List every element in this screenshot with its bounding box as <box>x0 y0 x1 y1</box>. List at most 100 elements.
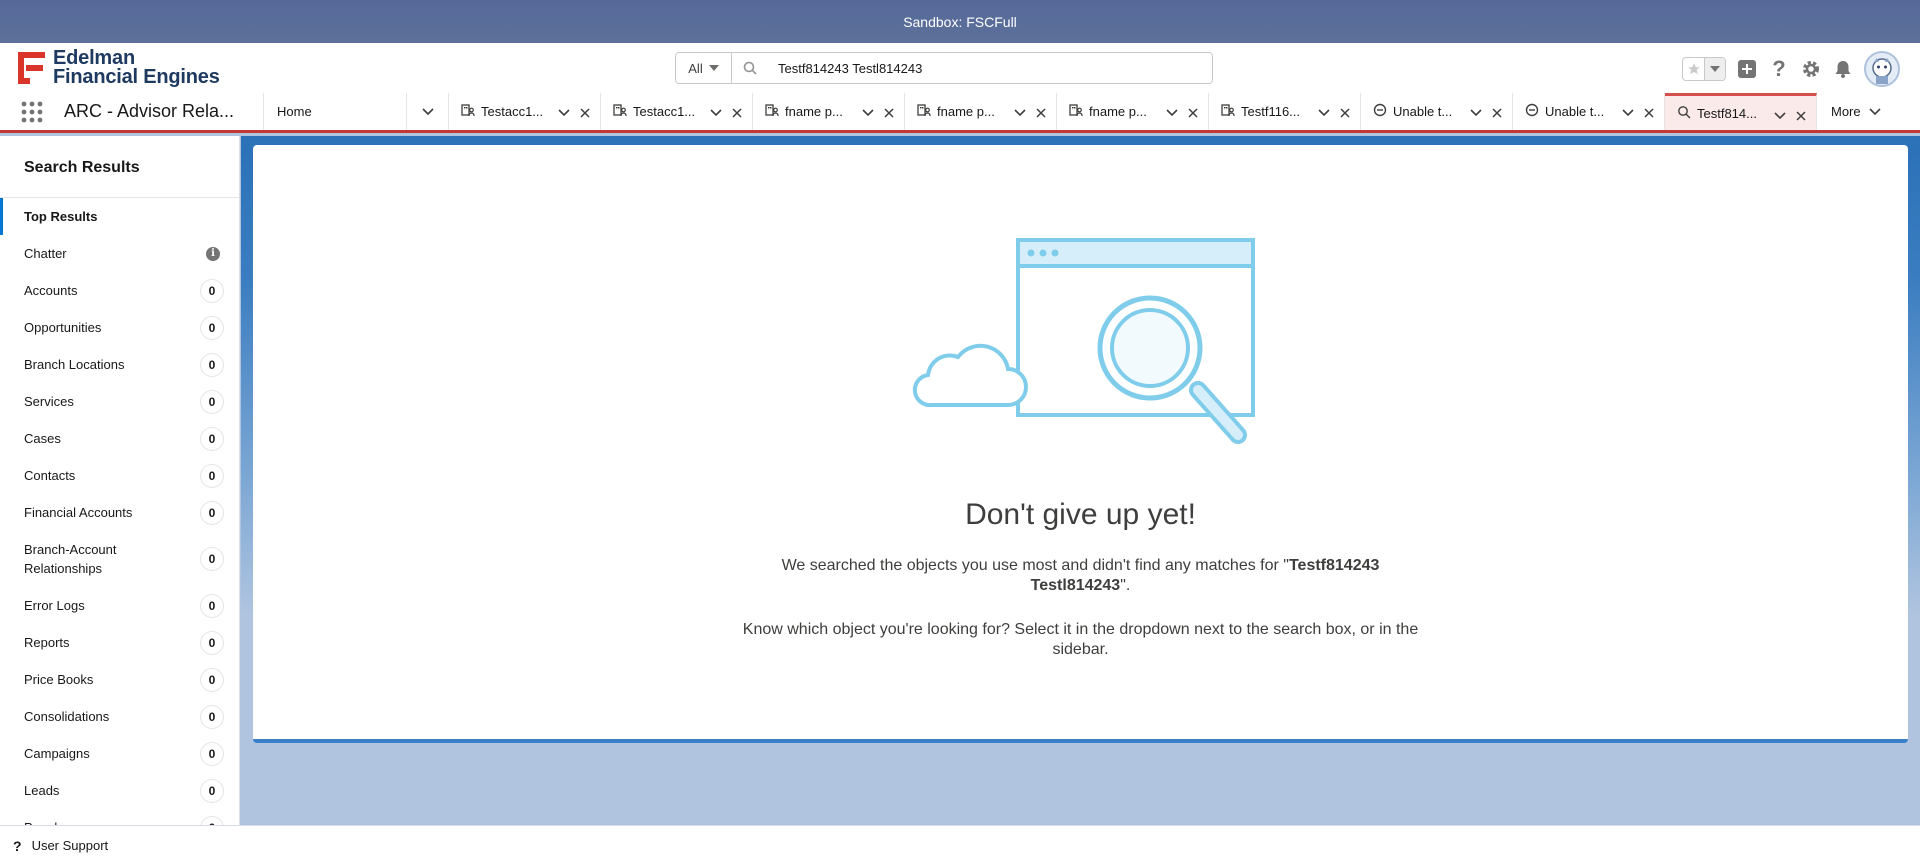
tab-menu-chevron-icon[interactable] <box>1774 108 1786 123</box>
sidebar-item[interactable]: Leads 0 <box>0 772 239 809</box>
workspace-tab[interactable]: fname p... <box>1057 93 1209 130</box>
sidebar-item[interactable]: Error Logs 0 <box>0 587 239 624</box>
sidebar-item[interactable]: Price Books 0 <box>0 661 239 698</box>
result-count-badge: 0 <box>200 278 224 303</box>
search-scope-dropdown[interactable]: All <box>676 53 732 83</box>
result-count-badge: 0 <box>200 704 224 729</box>
close-tab-icon[interactable] <box>884 106 894 121</box>
account-icon <box>461 103 475 120</box>
close-tab-icon[interactable] <box>732 106 742 121</box>
help-icon: ? <box>13 837 22 854</box>
tab-menu-chevron-icon[interactable] <box>1166 105 1178 120</box>
tab-label: Testf814... <box>1697 105 1757 121</box>
sidebar-item[interactable]: People0 <box>0 809 239 825</box>
sidebar-item-label: Consolidations <box>24 709 110 724</box>
tab-label: Testacc1... <box>481 104 544 119</box>
empty-state-message: We searched the objects you use most and… <box>253 556 1908 596</box>
sidebar-item[interactable]: Consolidations 0 <box>0 698 239 735</box>
sandbox-banner: Sandbox: FSCFull <box>0 0 1920 43</box>
search-icon <box>1677 105 1691 122</box>
sidebar-title: Search Results <box>0 136 239 198</box>
nav-more-button[interactable]: More <box>1817 93 1881 130</box>
close-tab-icon[interactable] <box>1796 109 1806 124</box>
message-suffix: ". <box>1120 577 1131 594</box>
tab-menu-chevron-icon[interactable] <box>1622 105 1634 120</box>
workspace-tab[interactable]: Testf116... <box>1209 93 1361 130</box>
result-count-badge: 0 <box>200 778 224 803</box>
home-menu-chevron-icon[interactable] <box>407 93 449 130</box>
message-prefix: We searched the objects you use most and… <box>781 557 1289 574</box>
nav-item-home[interactable]: Home <box>264 93 407 130</box>
close-tab-icon[interactable] <box>1340 106 1350 121</box>
search-input[interactable] <box>768 53 1212 83</box>
workspace-tab[interactable]: fname p... <box>905 93 1057 130</box>
sidebar-item-label: Leads <box>24 783 60 798</box>
result-count-badge: 0 <box>200 667 224 692</box>
avatar[interactable] <box>1864 51 1900 87</box>
info-icon[interactable]: i <box>206 246 220 261</box>
favorites-group <box>1682 57 1726 81</box>
gear-icon[interactable] <box>1800 58 1822 80</box>
account-icon <box>1069 103 1083 120</box>
global-header: Edelman Financial Engines All ? <box>0 43 1920 93</box>
close-tab-icon[interactable] <box>1644 106 1654 121</box>
user-support-button[interactable]: ? User Support <box>0 825 1920 865</box>
workspace-tab[interactable]: fname p... <box>753 93 905 130</box>
tab-label: Testf116... <box>1241 104 1301 119</box>
sidebar-item[interactable]: Top Results <box>0 198 239 235</box>
tab-label: Unable t... <box>1545 104 1605 119</box>
star-icon[interactable] <box>1683 58 1704 80</box>
header-actions: ? <box>1682 51 1900 87</box>
favorites-menu-icon[interactable] <box>1704 58 1725 80</box>
sidebar-item-label: Error Logs <box>24 598 85 613</box>
workspace-tab[interactable]: Testacc1... <box>601 93 753 130</box>
tab-menu-chevron-icon[interactable] <box>862 105 874 120</box>
result-count-badge: 0 <box>200 500 224 525</box>
sidebar-item[interactable]: Reports 0 <box>0 624 239 661</box>
sidebar-item[interactable]: Chatter i <box>0 235 239 272</box>
sidebar-item[interactable]: Services 0 <box>0 383 239 420</box>
close-tab-icon[interactable] <box>1188 106 1198 121</box>
workspace-tab[interactable]: Unable t... <box>1513 93 1665 130</box>
add-icon[interactable] <box>1736 58 1758 80</box>
sidebar-item[interactable]: Financial Accounts 0 <box>0 494 239 531</box>
close-tab-icon[interactable] <box>1036 106 1046 121</box>
empty-state-hint: Know which object you're looking for? Se… <box>253 620 1908 660</box>
workspace-tab[interactable]: Testacc1... <box>449 93 601 130</box>
close-tab-icon[interactable] <box>1492 106 1502 121</box>
global-search: All <box>675 52 1213 84</box>
tab-menu-chevron-icon[interactable] <box>1470 105 1482 120</box>
result-count-badge: 0 <box>200 463 224 488</box>
sidebar-item[interactable]: Contacts 0 <box>0 457 239 494</box>
tab-menu-chevron-icon[interactable] <box>1318 105 1330 120</box>
tab-label: Unable t... <box>1393 104 1453 119</box>
hint-text: Know which object you're looking for? Se… <box>742 621 1419 658</box>
close-tab-icon[interactable] <box>580 106 590 121</box>
sidebar-item-label: Opportunities <box>24 320 102 335</box>
account-icon <box>1221 103 1235 120</box>
user-support-label: User Support <box>31 838 109 853</box>
result-count-badge: 0 <box>200 426 224 451</box>
help-icon[interactable]: ? <box>1768 56 1790 81</box>
tab-label: fname p... <box>785 104 843 119</box>
workspace-tab[interactable]: Testf814... <box>1665 93 1817 130</box>
app-launcher-icon[interactable] <box>0 93 64 130</box>
sidebar-item-label: Top Results <box>24 209 98 224</box>
sidebar-item-label: Chatter <box>24 246 67 261</box>
bell-icon[interactable] <box>1832 58 1854 80</box>
sidebar-item[interactable]: Cases 0 <box>0 420 239 457</box>
tab-menu-chevron-icon[interactable] <box>558 105 570 120</box>
search-icon <box>732 53 768 83</box>
company-logo[interactable]: Edelman Financial Engines <box>15 48 220 87</box>
sidebar-item-label: Contacts <box>24 468 76 483</box>
sidebar-item[interactable]: Accounts 0 <box>0 272 239 309</box>
sidebar-item[interactable]: Campaigns 0 <box>0 735 239 772</box>
workspace-tab[interactable]: Unable t... <box>1361 93 1513 130</box>
sidebar-item[interactable]: Opportunities 0 <box>0 309 239 346</box>
sidebar-item[interactable]: Branch Locations 0 <box>0 346 239 383</box>
sidebar-item[interactable]: Branch-Account Relationships 0 <box>0 531 239 587</box>
tab-menu-chevron-icon[interactable] <box>1014 105 1026 120</box>
unavailable-icon <box>1373 103 1387 120</box>
tab-menu-chevron-icon[interactable] <box>710 105 722 120</box>
sidebar-item-label: Campaigns <box>24 746 90 761</box>
